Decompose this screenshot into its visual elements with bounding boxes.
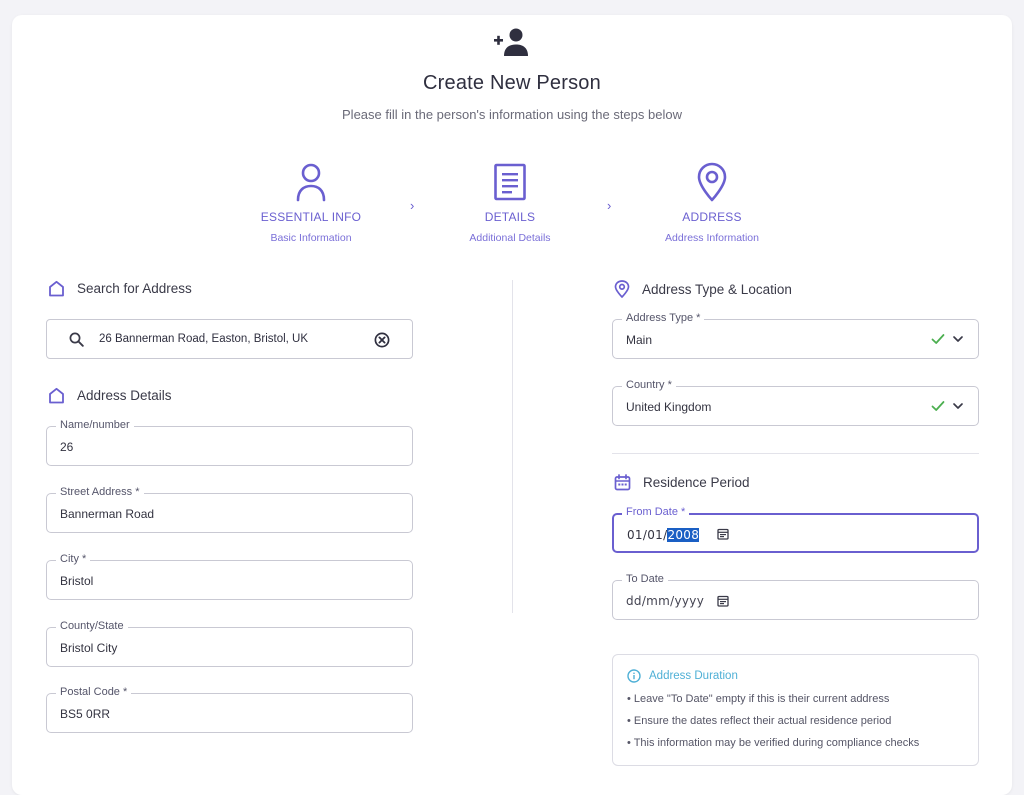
chevron-right-icon: › [410, 198, 415, 213]
field-value: Bristol [60, 574, 94, 588]
chevron-right-icon: › [607, 198, 612, 213]
section-divider [612, 453, 979, 454]
field-value: Bristol City [60, 641, 118, 655]
section-title: Address Details [77, 388, 172, 403]
field-value: 26 [60, 440, 74, 454]
country-select[interactable]: Country * United Kingdom [612, 379, 979, 426]
check-icon [931, 401, 945, 411]
field-label: Postal Code * [56, 686, 132, 698]
date-day-month: 01/01/ [627, 528, 668, 542]
field-label: Address Type * [622, 312, 705, 324]
step-label: DETAILS [484, 210, 536, 224]
calendar-icon[interactable] [717, 528, 729, 540]
clear-icon[interactable] [374, 332, 390, 348]
info-icon [627, 669, 641, 683]
add-person-icon [494, 28, 528, 56]
search-icon [69, 332, 84, 347]
from-date-input[interactable]: From Date * 01/01/2008 [612, 506, 979, 553]
postal-code-field[interactable]: Postal Code * BS5 0RR [46, 686, 413, 733]
step-sub: Additional Details [469, 232, 551, 244]
step-essential-info[interactable]: ESSENTIAL INFO Basic Information [231, 162, 391, 244]
step-sub: Address Information [665, 232, 759, 244]
section-title: Search for Address [77, 281, 192, 296]
search-address-heading: Search for Address [48, 280, 192, 297]
info-title-text: Address Duration [649, 670, 738, 682]
address-details-heading: Address Details [48, 387, 172, 404]
section-title: Residence Period [643, 475, 750, 490]
chevron-down-icon[interactable] [952, 334, 964, 344]
calendar-icon[interactable] [717, 595, 729, 607]
address-type-heading: Address Type & Location [614, 280, 792, 298]
step-details[interactable]: DETAILS Additional Details [430, 162, 590, 244]
field-value: Main [626, 333, 653, 347]
field-label: County/State [56, 620, 128, 632]
street-address-field[interactable]: Street Address * Bannerman Road [46, 486, 413, 533]
step-sub: Basic Information [270, 232, 352, 244]
field-value: Bannerman Road [60, 507, 155, 521]
calendar-icon [614, 474, 631, 491]
county-state-field[interactable]: County/State Bristol City [46, 620, 413, 667]
location-pin-icon [614, 280, 630, 298]
field-label: From Date * [622, 506, 690, 518]
residence-period-heading: Residence Period [614, 474, 750, 491]
field-label: Name/number [56, 419, 134, 431]
page-subtitle: Please fill in the person's information … [342, 107, 682, 122]
field-label: Street Address * [56, 486, 144, 498]
document-icon [494, 163, 526, 201]
person-icon [296, 163, 326, 202]
field-value: BS5 0RR [60, 707, 111, 721]
date-year-selected: 2008 [667, 528, 700, 542]
page-title: Create New Person [423, 72, 601, 94]
section-title: Address Type & Location [642, 281, 792, 297]
address-type-select[interactable]: Address Type * Main [612, 312, 979, 359]
name-number-field[interactable]: Name/number 26 [46, 419, 413, 466]
city-field[interactable]: City * Bristol [46, 553, 413, 600]
info-item: • This information may be verified durin… [627, 737, 920, 749]
field-label: City * [56, 553, 91, 565]
location-pin-icon [697, 162, 727, 202]
address-duration-info: Address Duration • Leave "To Date" empty… [612, 654, 979, 766]
home-icon [49, 280, 64, 297]
address-search-input[interactable]: 26 Bannerman Road, Easton, Bristol, UK [46, 319, 413, 359]
date-value: 01/01/2008 [627, 528, 700, 542]
info-item: • Ensure the dates reflect their actual … [627, 715, 892, 727]
field-label: Country * [622, 379, 676, 391]
to-date-input[interactable]: To Date dd/mm/yyyy [612, 573, 979, 620]
column-divider [512, 280, 513, 613]
field-value: United Kingdom [626, 400, 712, 414]
field-label: To Date [622, 573, 668, 585]
step-label: ESSENTIAL INFO [260, 210, 362, 224]
date-placeholder: dd/mm/yyyy [626, 594, 705, 608]
step-label: ADDRESS [682, 210, 742, 224]
check-icon [931, 334, 945, 344]
info-item: • Leave "To Date" empty if this is their… [627, 693, 890, 705]
home-icon [49, 387, 64, 404]
info-title: Address Duration [627, 669, 738, 683]
search-value: 26 Bannerman Road, Easton, Bristol, UK [99, 333, 309, 345]
step-address[interactable]: ADDRESS Address Information [632, 162, 792, 244]
chevron-down-icon[interactable] [952, 401, 964, 411]
